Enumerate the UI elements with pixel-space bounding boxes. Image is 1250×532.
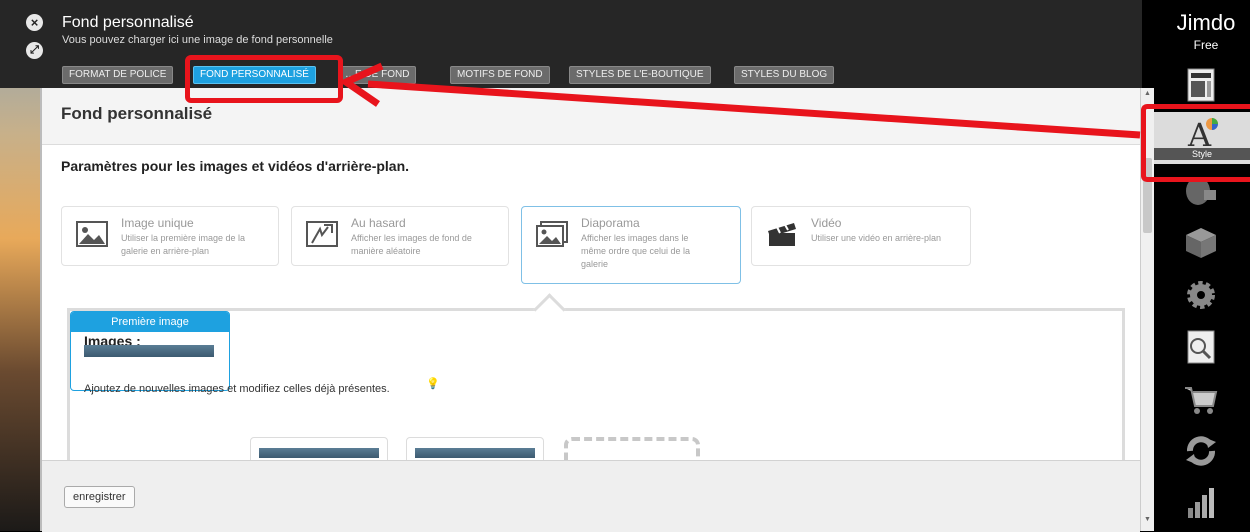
clapperboard-icon xyxy=(768,222,796,246)
thumbnail-image xyxy=(415,448,535,458)
dialog-title: Fond personnalisé xyxy=(62,14,194,31)
sidebar-item-sync[interactable] xyxy=(1154,426,1250,478)
sidebar-item-seo[interactable] xyxy=(1154,322,1250,374)
dialog-subtitle: Vous pouvez charger ici une image de fon… xyxy=(62,34,333,46)
tab-styles-du-blog[interactable]: STYLES DU BLOG xyxy=(734,66,835,84)
mode-title: Image unique xyxy=(121,216,194,230)
selection-pointer xyxy=(533,293,566,326)
mode-video[interactable]: Vidéo Utiliser une vidéo en arrière-plan xyxy=(751,206,971,266)
tab-format-de-police[interactable]: FORMAT DE POLICE xyxy=(62,66,174,84)
settings-icon xyxy=(1187,281,1215,309)
shop-cart-icon xyxy=(1185,387,1218,414)
first-image-label: Première image xyxy=(71,312,229,332)
sidebar-item-package[interactable] xyxy=(1154,218,1250,270)
settings-panel: Fond personnalisé Paramètres pour les im… xyxy=(40,88,1140,532)
mode-title: Vidéo xyxy=(811,216,842,230)
plan-label: Free xyxy=(1193,38,1219,52)
mode-desc: Utiliser une vidéo en arrière-plan xyxy=(811,233,942,243)
jimdo-logo: Jimdo xyxy=(1176,10,1236,35)
mode-desc: Afficher les images de fond de manière al… xyxy=(351,233,472,256)
seo-icon xyxy=(1187,330,1215,364)
tab-styles-eboutique[interactable]: STYLES DE L'E-BOUTIQUE xyxy=(569,66,711,84)
first-image-thumbnail[interactable]: Première image xyxy=(70,311,230,391)
tab-motifs-de-fond[interactable]: MOTIFS DE FOND xyxy=(450,66,550,84)
bottom-action-bar: enregistrer xyxy=(42,460,1140,532)
jimdo-sidebar: Jimdo Free A Style xyxy=(1154,0,1250,531)
statistics-icon xyxy=(1188,488,1214,518)
mode-image-unique[interactable]: Image unique Utiliser la première image … xyxy=(61,206,279,266)
images-description: Ajoutez de nouvelles images et modifiez … xyxy=(84,383,390,395)
sidebar-item-settings[interactable] xyxy=(1154,270,1250,322)
editor-header: × ⤢ Fond personnalisé Vous pouvez charge… xyxy=(0,0,1142,88)
mode-desc: Utiliser la première image de la galerie … xyxy=(121,233,246,256)
sidebar-item-shop[interactable] xyxy=(1154,374,1250,426)
mode-diaporama[interactable]: Diaporama Afficher les images dans le mêm… xyxy=(521,206,741,284)
close-icon[interactable]: × xyxy=(26,14,43,31)
scroll-up-icon[interactable]: ▲ xyxy=(1144,90,1151,97)
section-title: Paramètres pour les images et vidéos d'a… xyxy=(61,158,410,174)
highlight-box-tab xyxy=(185,55,343,103)
layout-icon xyxy=(1187,68,1215,102)
page-title: Fond personnalisé xyxy=(61,104,213,123)
mode-title: Au hasard xyxy=(351,216,406,230)
sync-icon xyxy=(1186,436,1216,466)
thumbnail-image xyxy=(259,448,379,458)
package-icon xyxy=(1186,228,1216,258)
scroll-down-icon[interactable]: ▼ xyxy=(1144,516,1151,523)
resize-icon[interactable]: ⤢ xyxy=(26,42,43,59)
sidebar-item-statistics[interactable] xyxy=(1154,478,1250,530)
thumbnail-image xyxy=(84,345,214,357)
tab-image-de-fond[interactable]: …E DE FOND xyxy=(338,66,417,84)
mode-au-hasard[interactable]: Au hasard Afficher les images de fond de… xyxy=(291,206,509,266)
lightbulb-icon[interactable]: 💡 xyxy=(426,377,440,390)
shuffle-image-icon xyxy=(306,221,338,247)
mode-desc: Afficher les images dans le même ordre qu… xyxy=(581,233,691,269)
save-button[interactable]: enregistrer xyxy=(64,486,135,508)
mode-title: Diaporama xyxy=(581,216,640,230)
image-icon xyxy=(76,221,108,247)
highlight-box-style xyxy=(1141,104,1250,182)
slideshow-icon xyxy=(536,221,568,247)
